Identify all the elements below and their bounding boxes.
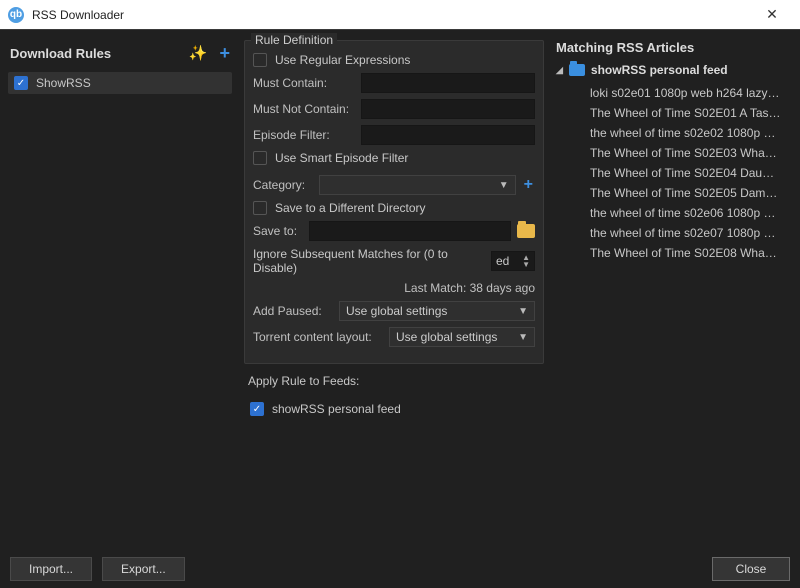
last-match-label: Last Match: 38 days ago: [253, 281, 535, 295]
use-regex-checkbox[interactable]: [253, 53, 267, 67]
spin-arrows-icon[interactable]: ▲▼: [522, 254, 530, 268]
article-item[interactable]: The Wheel of Time S02E01 A Tas…: [590, 103, 792, 123]
must-not-contain-input[interactable]: [361, 99, 535, 119]
close-icon[interactable]: ✕: [752, 6, 792, 23]
footer: Import... Export... Close: [0, 550, 800, 588]
category-select[interactable]: ▼: [319, 175, 516, 195]
rule-checkbox[interactable]: ✓: [14, 76, 28, 90]
rule-item[interactable]: ✓ ShowRSS: [8, 72, 232, 94]
articles-panel: Matching RSS Articles ◢ showRSS personal…: [550, 30, 800, 550]
must-not-contain-label: Must Not Contain:: [253, 102, 355, 116]
article-item[interactable]: The Wheel of Time S02E03 Wha…: [590, 143, 792, 163]
titlebar: qb RSS Downloader ✕: [0, 0, 800, 30]
ignore-spinbox[interactable]: ed ▲▼: [491, 251, 535, 271]
apply-feeds-title: Apply Rule to Feeds:: [248, 374, 544, 388]
episode-filter-label: Episode Filter:: [253, 128, 355, 142]
chevron-down-icon: ▼: [518, 332, 528, 343]
window-title: RSS Downloader: [32, 8, 752, 22]
rule-name: ShowRSS: [36, 76, 91, 90]
add-rule-icon[interactable]: +: [219, 44, 230, 62]
app-icon: qb: [8, 7, 24, 23]
save-to-label: Save to:: [253, 224, 303, 238]
article-item[interactable]: The Wheel of Time S02E05 Dam…: [590, 183, 792, 203]
article-item[interactable]: loki s02e01 1080p web h264 lazy…: [590, 83, 792, 103]
article-list: loki s02e01 1080p web h264 lazy…The Whee…: [590, 83, 792, 263]
layout-label: Torrent content layout:: [253, 330, 383, 344]
article-item[interactable]: the wheel of time s02e02 1080p …: [590, 123, 792, 143]
add-paused-label: Add Paused:: [253, 304, 333, 318]
save-diff-checkbox[interactable]: [253, 201, 267, 215]
collapse-icon[interactable]: ◢: [556, 65, 563, 76]
feed-name: showRSS personal feed: [272, 402, 401, 416]
rules-heading: Download Rules: [10, 46, 189, 61]
export-button[interactable]: Export...: [102, 557, 185, 581]
article-item[interactable]: the wheel of time s02e06 1080p …: [590, 203, 792, 223]
article-item[interactable]: The Wheel of Time S02E08 Wha…: [590, 243, 792, 263]
category-label: Category:: [253, 178, 313, 192]
ignore-label: Ignore Subsequent Matches for (0 to Disa…: [253, 247, 485, 275]
use-regex-label: Use Regular Expressions: [275, 53, 410, 67]
layout-select[interactable]: Use global settings ▼: [389, 327, 535, 347]
definition-panel: Rule Definition Use Regular Expressions …: [238, 30, 550, 550]
folder-icon[interactable]: [517, 224, 535, 238]
feed-checkbox[interactable]: ✓: [250, 402, 264, 416]
ignore-value: ed: [496, 254, 509, 268]
folder-blue-icon: [569, 64, 585, 76]
must-contain-input[interactable]: [361, 73, 535, 93]
feed-item[interactable]: ✓ showRSS personal feed: [250, 402, 538, 416]
rules-panel: Download Rules ✨ + ✓ ShowRSS: [0, 30, 238, 550]
episode-filter-input[interactable]: [361, 125, 535, 145]
magic-wand-icon[interactable]: ✨: [189, 44, 208, 62]
add-paused-select[interactable]: Use global settings ▼: [339, 301, 535, 321]
feed-list: ✓ showRSS personal feed: [244, 392, 544, 426]
feed-root-name: showRSS personal feed: [591, 63, 728, 77]
save-to-input: [309, 221, 511, 241]
layout-value: Use global settings: [396, 330, 497, 344]
import-button[interactable]: Import...: [10, 557, 92, 581]
save-diff-label: Save to a Different Directory: [275, 201, 426, 215]
article-item[interactable]: the wheel of time s02e07 1080p …: [590, 223, 792, 243]
smart-filter-label: Use Smart Episode Filter: [275, 151, 408, 165]
smart-filter-checkbox[interactable]: [253, 151, 267, 165]
chevron-down-icon: ▼: [499, 180, 509, 191]
group-title: Rule Definition: [251, 33, 337, 47]
add-paused-value: Use global settings: [346, 304, 447, 318]
close-button[interactable]: Close: [712, 557, 790, 581]
article-item[interactable]: The Wheel of Time S02E04 Dau…: [590, 163, 792, 183]
chevron-down-icon: ▼: [518, 306, 528, 317]
articles-heading: Matching RSS Articles: [556, 40, 792, 55]
add-category-icon[interactable]: +: [522, 176, 535, 194]
must-contain-label: Must Contain:: [253, 76, 355, 90]
feed-tree-root[interactable]: ◢ showRSS personal feed: [556, 63, 792, 77]
rule-definition-group: Rule Definition Use Regular Expressions …: [244, 40, 544, 364]
